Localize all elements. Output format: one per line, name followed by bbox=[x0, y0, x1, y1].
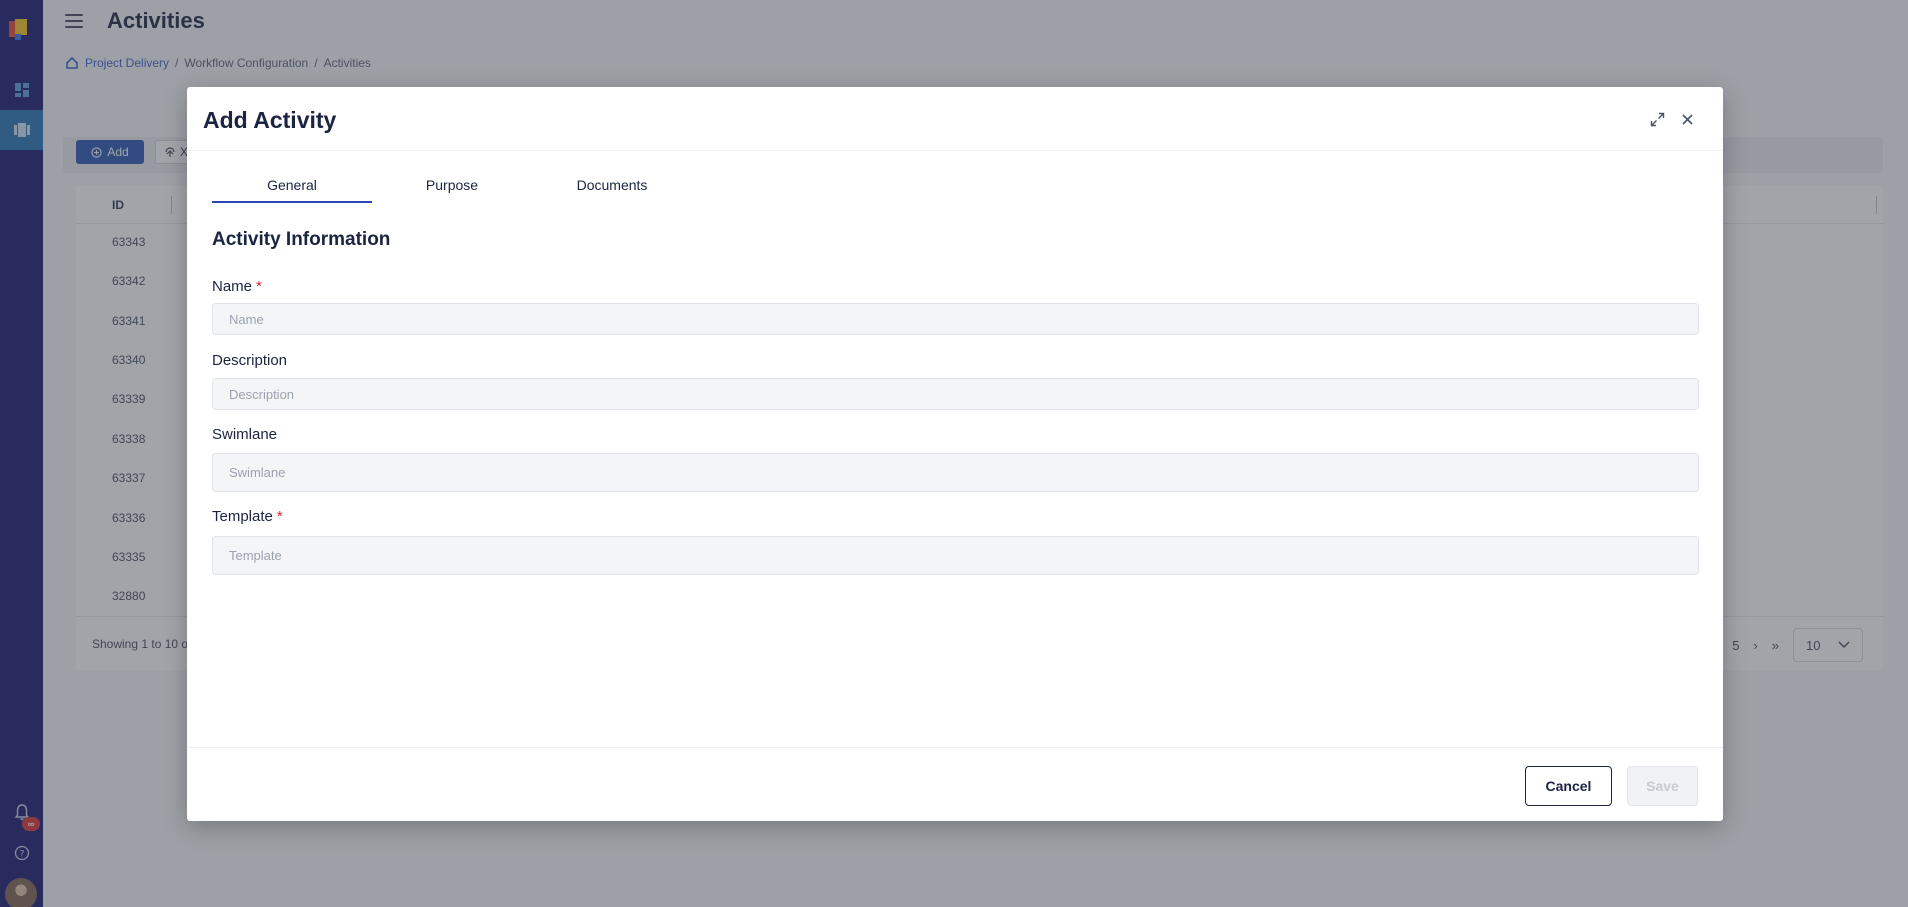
dialog-tabs: General Purpose Documents bbox=[212, 173, 692, 203]
save-button[interactable]: Save bbox=[1627, 766, 1698, 806]
required-mark: * bbox=[256, 278, 262, 295]
swimlane-select[interactable] bbox=[212, 453, 1699, 492]
dialog-header: Add Activity bbox=[187, 87, 1723, 151]
template-select[interactable] bbox=[212, 536, 1699, 575]
name-label: Name * bbox=[212, 278, 262, 295]
required-mark: * bbox=[276, 508, 283, 525]
dialog-footer: Cancel Save bbox=[187, 747, 1723, 821]
swimlane-label: Swimlane bbox=[212, 426, 278, 443]
close-icon[interactable] bbox=[1677, 109, 1697, 129]
tab-purpose[interactable]: Purpose bbox=[372, 173, 532, 203]
tab-documents[interactable]: Documents bbox=[532, 173, 692, 203]
cancel-button[interactable]: Cancel bbox=[1525, 766, 1612, 806]
tab-general[interactable]: General bbox=[212, 173, 372, 203]
template-label: Template * bbox=[212, 508, 283, 525]
description-label: Description bbox=[212, 352, 288, 369]
expand-icon[interactable] bbox=[1647, 109, 1667, 129]
name-input[interactable] bbox=[212, 303, 1699, 335]
description-input[interactable] bbox=[212, 378, 1699, 410]
section-title: Activity Information bbox=[212, 229, 391, 250]
dialog-title: Add Activity bbox=[203, 107, 337, 133]
add-activity-dialog: Add Activity General Purpose Documents A… bbox=[187, 87, 1723, 821]
